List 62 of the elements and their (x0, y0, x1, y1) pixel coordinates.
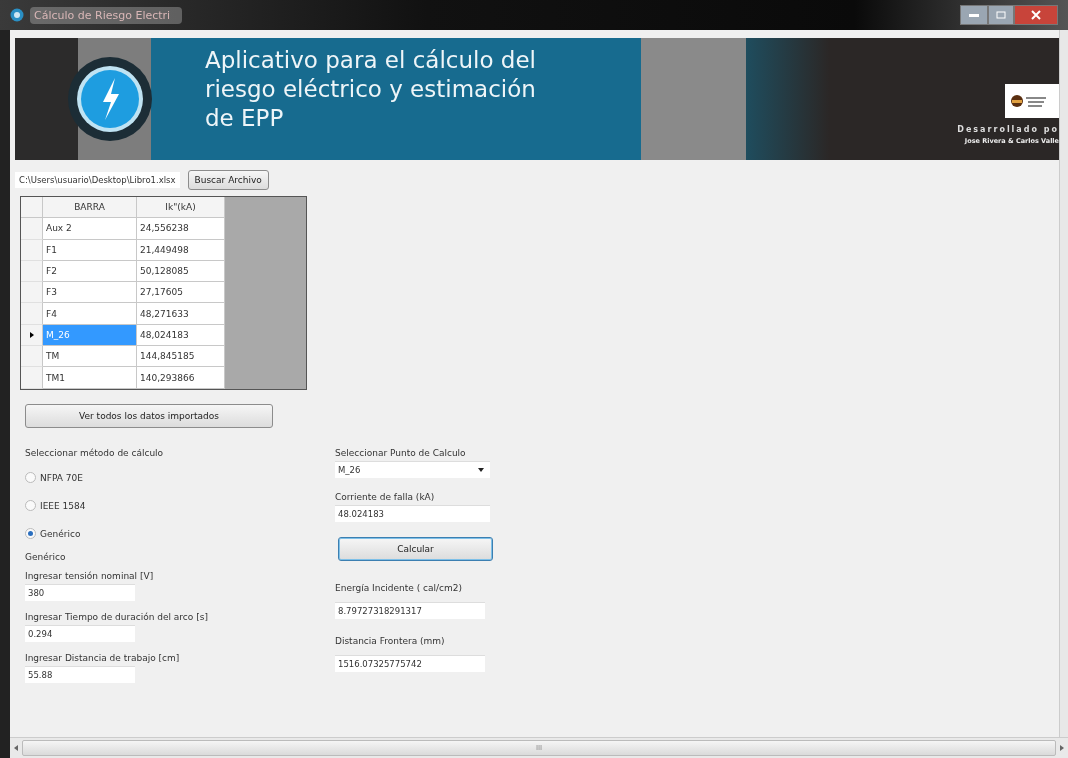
dropdown-caret-icon (478, 468, 484, 472)
section-heading: Genérico (25, 552, 67, 562)
grid-corner (21, 197, 43, 219)
close-icon (1031, 10, 1041, 20)
maximize-button[interactable] (988, 5, 1014, 25)
table-cell[interactable]: TM1 (43, 367, 137, 389)
banner-title: Aplicativo para el cálculo del riesgo eléctrico y estimación de EPP (205, 46, 537, 133)
calculate-button[interactable]: Calcular (338, 537, 493, 561)
table-cell[interactable]: 50,128085 (137, 260, 225, 283)
point-dropdown[interactable]: M_26 (335, 461, 490, 478)
table-cell[interactable]: 144,845185 (137, 346, 225, 368)
maximize-icon (996, 11, 1006, 19)
table-cell[interactable]: 24,556238 (137, 218, 225, 240)
scroll-right-icon (1060, 745, 1064, 751)
field-label: Ingresar Distancia de trabajo [cm] (25, 653, 181, 663)
result-label: Distancia Frontera (mm) (335, 636, 446, 646)
university-logo (1005, 83, 1059, 118)
radio-button[interactable] (25, 472, 36, 483)
table-cell[interactable]: F2 (43, 260, 137, 283)
table-cell[interactable]: TM (43, 346, 137, 368)
fault-current-label: Corriente de falla (kA) (335, 492, 436, 502)
radio-button[interactable] (25, 500, 36, 511)
result-field[interactable]: 1516.07325775742 (335, 655, 485, 672)
close-button[interactable] (1014, 5, 1058, 25)
vertical-scrollbar[interactable] (1059, 30, 1068, 737)
table-cell[interactable]: 21,449498 (137, 239, 225, 261)
row-header[interactable] (21, 324, 43, 347)
table-cell[interactable]: F1 (43, 239, 137, 261)
table-cell[interactable]: 48,271633 (137, 303, 225, 325)
table-cell[interactable]: 48,024183 (137, 324, 225, 347)
input-field[interactable]: 0.294 (25, 625, 135, 642)
point-label: Seleccionar Punto de Calculo (335, 448, 467, 458)
table-cell[interactable]: 140,293866 (137, 367, 225, 389)
credit-label: Desarrollado po (957, 124, 1059, 134)
radio-label[interactable]: NFPA 70E (40, 472, 83, 483)
minimize-icon (969, 13, 979, 17)
radio-button[interactable] (25, 528, 36, 539)
fault-current-field[interactable]: 48.024183 (335, 505, 490, 522)
view-all-button[interactable]: Ver todos los datos importados (25, 404, 273, 428)
table-cell[interactable]: 27,17605 (137, 282, 225, 304)
window-title: Cálculo de Riesgo Electri (30, 6, 183, 24)
input-field[interactable]: 380 (25, 584, 135, 601)
table-cell[interactable]: Aux 2 (43, 218, 137, 240)
radio-label[interactable]: IEEE 1584 (40, 500, 86, 511)
scroll-left-icon (14, 745, 18, 751)
method-label: Seleccionar método de cálculo (25, 448, 165, 458)
browse-button[interactable]: Buscar Archivo (187, 170, 269, 190)
row-pointer-icon (29, 331, 34, 338)
table-cell[interactable]: F3 (43, 282, 137, 304)
file-path-field[interactable]: C:\Users\usuario\Desktop\Libro1.xlsx (15, 172, 180, 188)
minimize-button[interactable] (960, 5, 988, 25)
radio-label[interactable]: Genérico (40, 528, 81, 539)
column-header: BARRA (43, 197, 137, 219)
field-label: Ingresar tensión nominal [V] (25, 571, 155, 581)
column-header: Ik"(kA) (137, 197, 225, 219)
input-field[interactable]: 55.88 (25, 666, 135, 683)
result-label: Energía Incidente ( cal/cm2) (335, 583, 464, 593)
result-field[interactable]: 8.79727318291317 (335, 602, 485, 619)
field-label: Ingresar Tiempo de duración del arco [s] (25, 612, 209, 622)
app-icon (10, 8, 24, 22)
table-cell[interactable]: F4 (43, 303, 137, 325)
lightning-bolt-icon (67, 56, 153, 142)
